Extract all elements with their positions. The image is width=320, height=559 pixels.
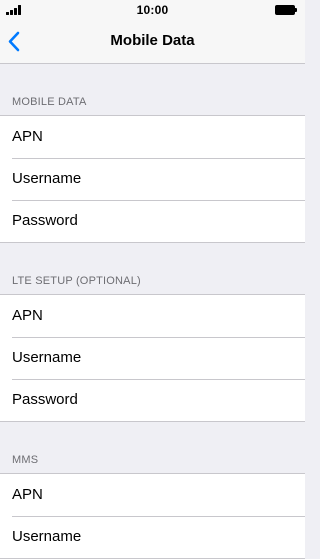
mms-username-field[interactable]: Username xyxy=(0,516,305,558)
section-header-label: LTE SETUP (OPTIONAL) xyxy=(12,275,141,287)
lte-apn-field[interactable]: APN xyxy=(0,295,305,337)
field-label: APN xyxy=(12,307,43,324)
field-label: APN xyxy=(12,486,43,503)
section-mobile-data: APN Username Password xyxy=(0,115,305,243)
section-mms: APN Username xyxy=(0,473,305,559)
mobile-data-username-field[interactable]: Username xyxy=(0,158,305,200)
battery-icon xyxy=(275,5,297,15)
field-label: Username xyxy=(12,170,82,187)
section-header-lte-setup: LTE SETUP (OPTIONAL) xyxy=(0,243,305,294)
lte-username-field[interactable]: Username xyxy=(0,337,305,379)
lte-password-field[interactable]: Password xyxy=(0,379,305,421)
status-bar: 10:00 xyxy=(0,0,305,20)
field-label: APN xyxy=(12,128,43,145)
field-label: Username xyxy=(12,349,82,366)
section-header-mms: MMS xyxy=(0,422,305,473)
field-label: Password xyxy=(12,391,78,408)
section-header-mobile-data: MOBILE DATA xyxy=(0,64,305,115)
section-lte-setup: APN Username Password xyxy=(0,294,305,422)
mobile-data-apn-field[interactable]: APN xyxy=(0,116,305,158)
status-time: 10:00 xyxy=(136,3,169,17)
section-header-label: MOBILE DATA xyxy=(12,96,87,108)
field-label: Username xyxy=(12,528,82,545)
section-header-label: MMS xyxy=(12,454,39,466)
page-title: Mobile Data xyxy=(110,32,195,49)
settings-list: MOBILE DATA APN Username Password LTE SE… xyxy=(0,64,305,559)
field-label: Password xyxy=(12,212,78,229)
mobile-data-password-field[interactable]: Password xyxy=(0,200,305,242)
navigation-bar: Mobile Data xyxy=(0,20,305,64)
mms-apn-field[interactable]: APN xyxy=(0,474,305,516)
